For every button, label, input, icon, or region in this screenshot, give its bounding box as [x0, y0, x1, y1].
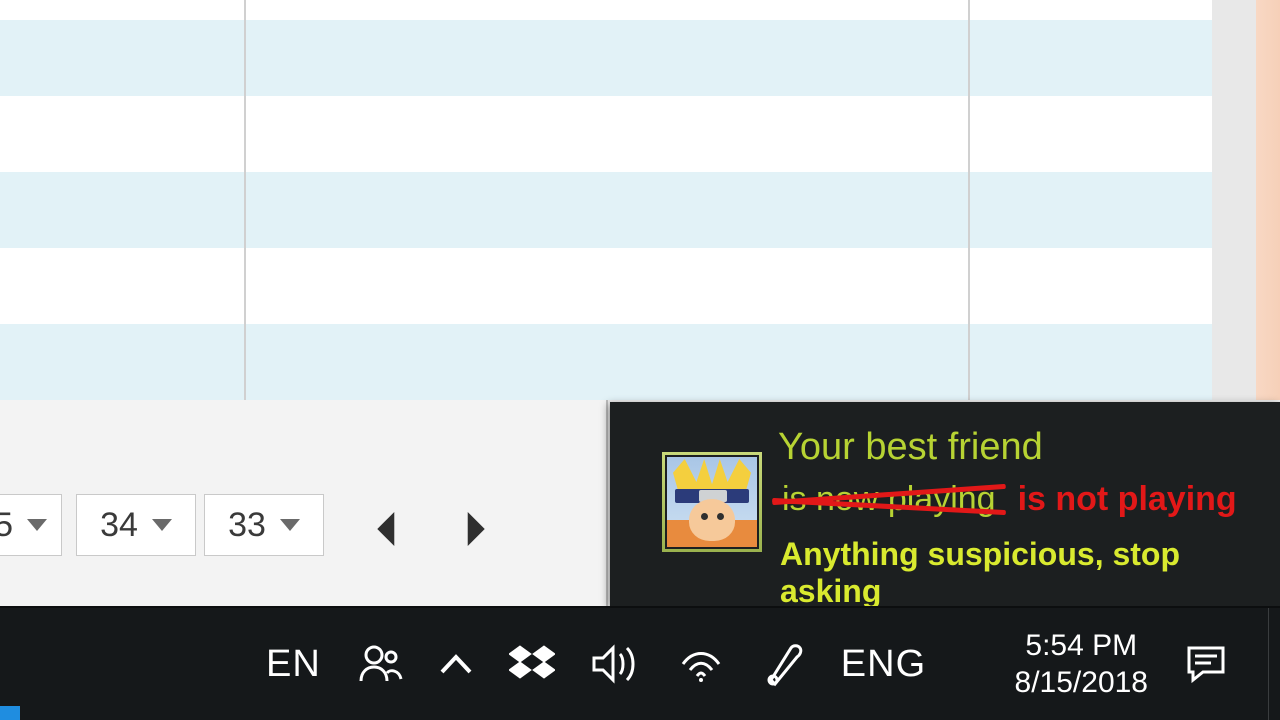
spreadsheet-grid[interactable]: [0, 0, 1280, 400]
sheet-tab-label: 34: [100, 506, 138, 545]
friend-notification[interactable]: Your best friend is now playing is not p…: [610, 402, 1280, 606]
ime-indicator[interactable]: EN: [266, 608, 321, 720]
language-indicator[interactable]: ENG: [841, 608, 926, 720]
chevron-down-icon: [152, 519, 172, 531]
notification-status-line: is now playing is not playing: [778, 480, 1237, 519]
grid-row[interactable]: [0, 172, 1212, 248]
chevron-down-icon: [280, 519, 300, 531]
sheet-tab[interactable]: 5: [0, 494, 62, 556]
grid-row[interactable]: [0, 248, 1212, 324]
grid-row[interactable]: [0, 20, 1212, 96]
sheet-tab-label: 5: [0, 506, 13, 545]
volume-icon[interactable]: [591, 608, 641, 720]
chevron-down-icon: [27, 519, 47, 531]
taskbar-clock[interactable]: 5:54 PM 8/15/2018: [1015, 608, 1148, 720]
notification-friend-name: Your best friend: [778, 426, 1043, 469]
taskbar-time: 5:54 PM: [1025, 627, 1137, 665]
sheet-tab[interactable]: 33: [204, 494, 324, 556]
sheet-tab-label: 33: [228, 506, 266, 545]
system-tray: EN: [266, 608, 926, 720]
taskbar-date: 8/15/2018: [1015, 664, 1148, 702]
grid-row[interactable]: [0, 96, 1212, 172]
notification-replacement-text: is not playing: [1018, 480, 1237, 519]
people-icon[interactable]: [357, 608, 403, 720]
grid-row[interactable]: [0, 0, 1212, 20]
chevron-left-icon: [374, 512, 400, 546]
show-desktop-button[interactable]: [1268, 608, 1280, 720]
grid-row[interactable]: [0, 324, 1212, 400]
notification-struck-text: is now playing: [778, 480, 1000, 519]
notification-game-name: Anything suspicious, stop asking: [780, 536, 1280, 610]
avatar-image: [667, 457, 757, 547]
scrollbar-gutter[interactable]: [1212, 0, 1256, 400]
tab-scroll-left-button[interactable]: [352, 494, 422, 564]
wifi-icon[interactable]: [677, 608, 725, 720]
chevron-right-icon: [462, 512, 488, 546]
dropbox-icon[interactable]: [509, 608, 555, 720]
avatar[interactable]: [662, 452, 762, 552]
taskbar-app-indicator[interactable]: [0, 706, 20, 720]
taskbar: EN: [0, 606, 1280, 720]
column-divider: [244, 0, 246, 400]
pen-settings-icon[interactable]: [761, 608, 805, 720]
tab-scroll-right-button[interactable]: [440, 494, 510, 564]
tray-chevron-up-icon[interactable]: [439, 608, 473, 720]
background-strip: [1256, 0, 1280, 400]
column-divider: [968, 0, 970, 400]
action-center-icon[interactable]: [1176, 608, 1236, 720]
sheet-tab[interactable]: 34: [76, 494, 196, 556]
